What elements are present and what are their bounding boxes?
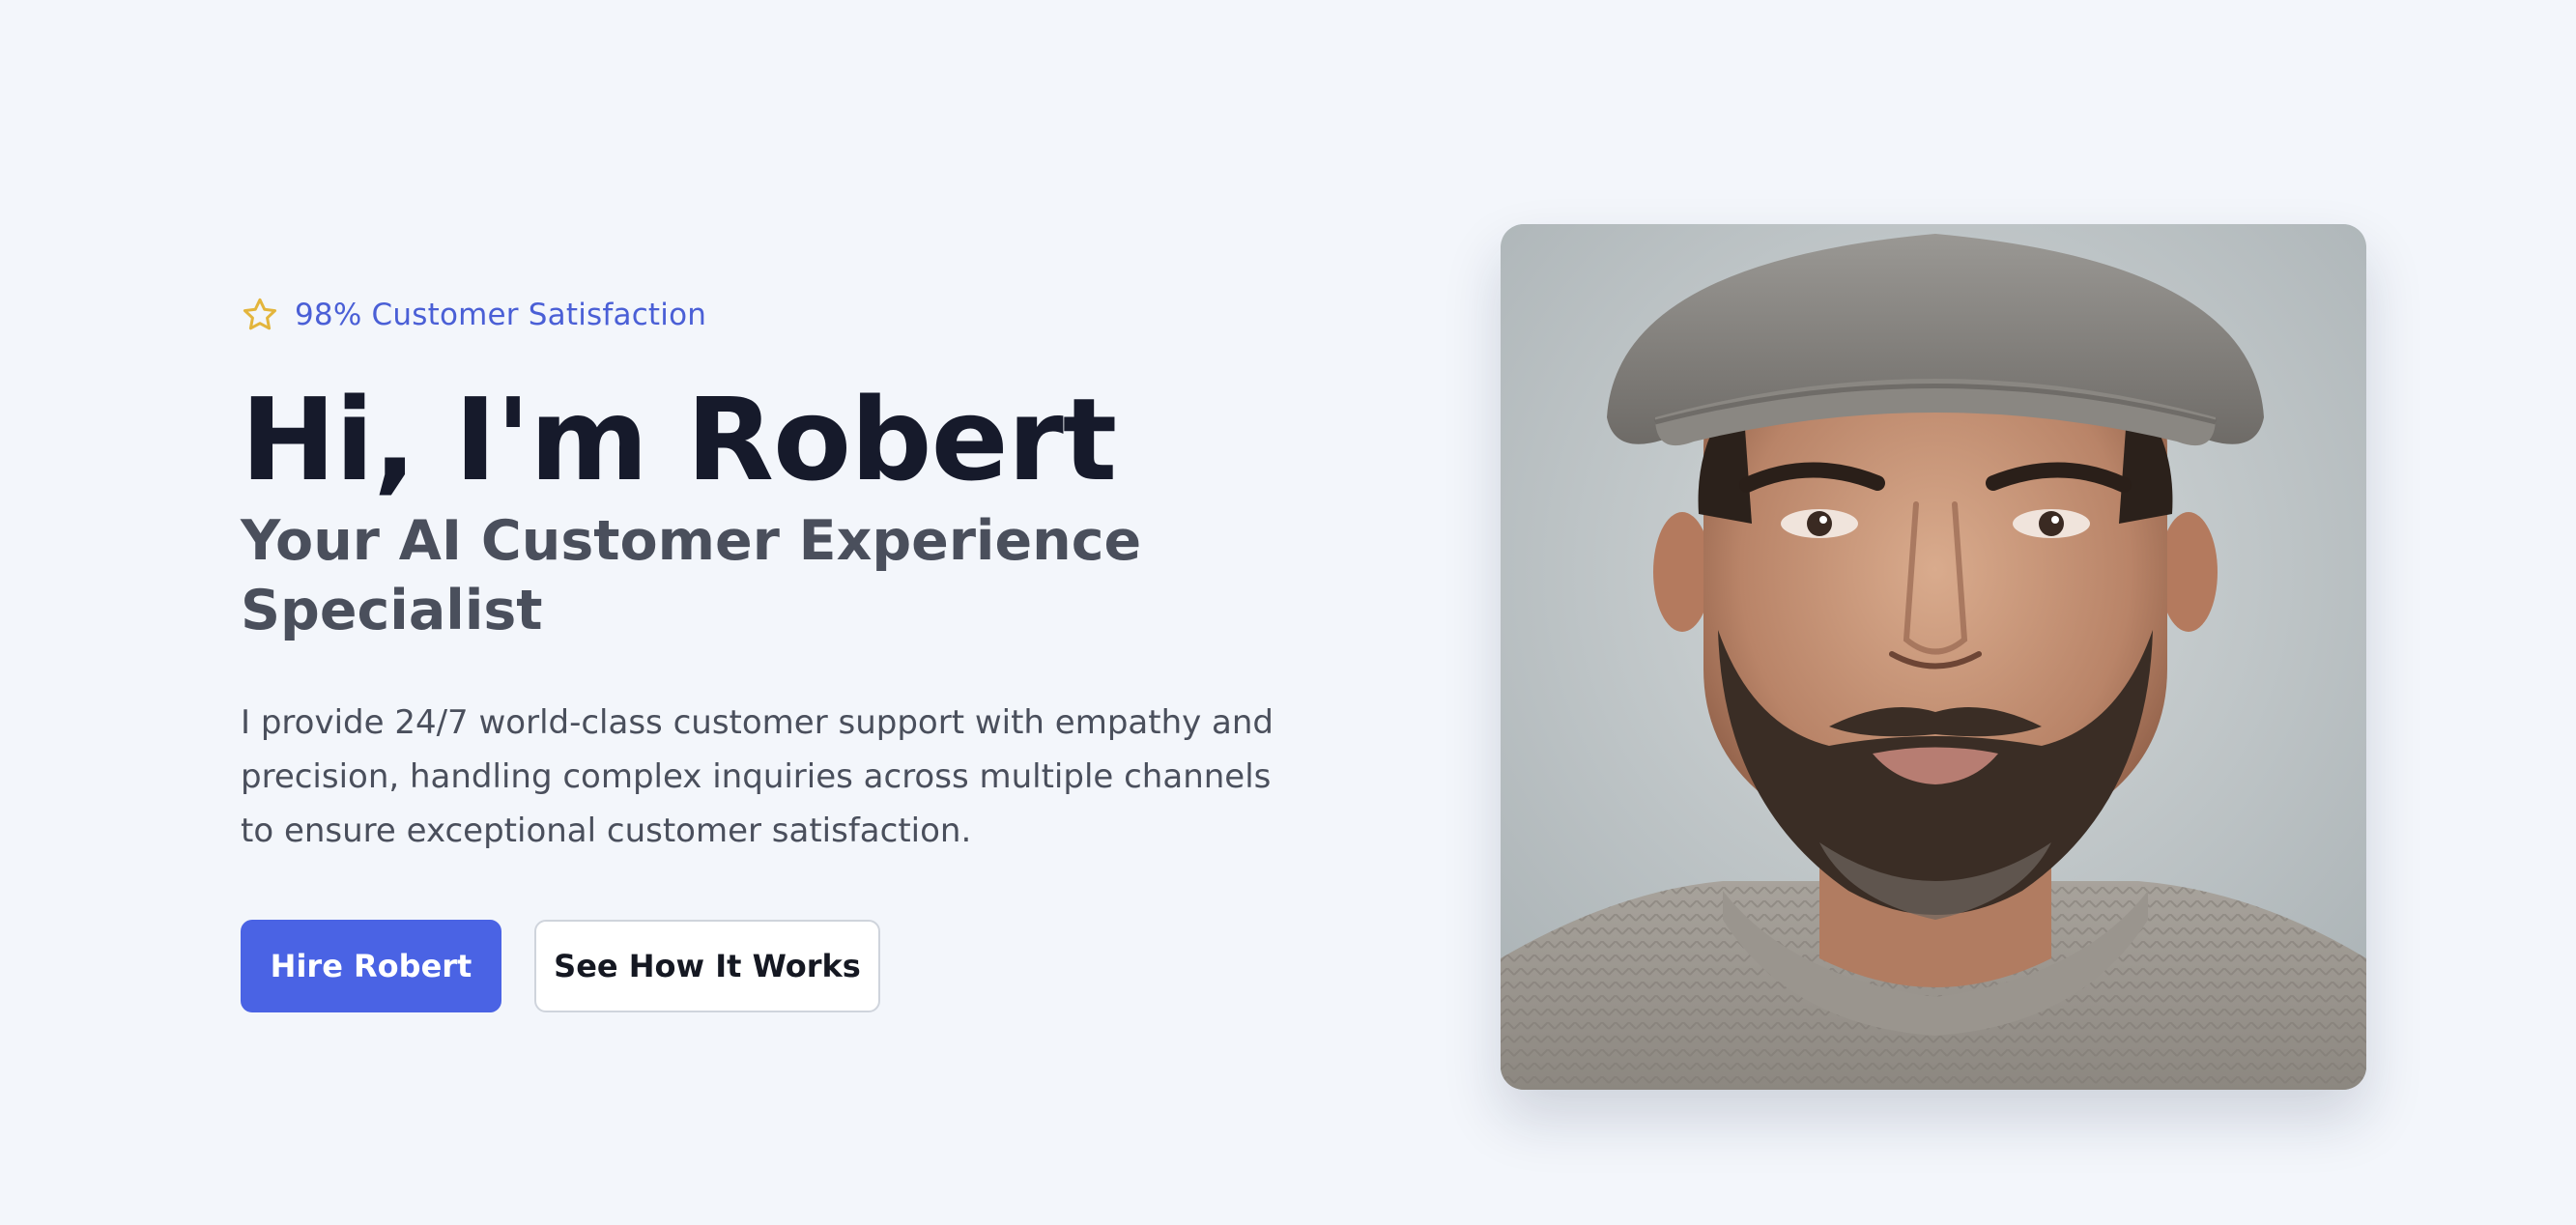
hero-actions: Hire Robert See How It Works	[241, 920, 1381, 1012]
star-icon	[241, 296, 279, 334]
hero-description: I provide 24/7 world-class customer supp…	[241, 703, 1274, 850]
satisfaction-badge: 98% Customer Satisfaction	[241, 290, 1381, 340]
page-subtitle: Your AI Customer Experience Specialist	[241, 509, 1142, 642]
hero-section: 98% Customer Satisfaction Hi, I'm Robert…	[0, 0, 2576, 1225]
portrait-illustration	[1501, 224, 2366, 1090]
hero-content: 98% Customer Satisfaction Hi, I'm Robert…	[241, 290, 1381, 1012]
profile-photo	[1501, 224, 2366, 1090]
see-how-it-works-button[interactable]: See How It Works	[534, 920, 880, 1012]
page-title: Hi, I'm Robert	[241, 373, 1117, 506]
badge-text: 98% Customer Satisfaction	[295, 298, 707, 332]
hire-robert-button[interactable]: Hire Robert	[241, 920, 501, 1012]
